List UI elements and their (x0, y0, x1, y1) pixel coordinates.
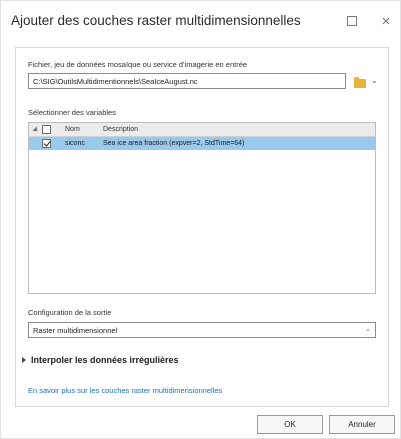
column-header-name[interactable]: Nom (65, 126, 80, 133)
input-path-field[interactable]: C:\SIG\OutilsMultidimentionnels\SeaIceAu… (28, 73, 346, 89)
output-config-select[interactable]: Raster multidimensionnel (28, 322, 376, 338)
table-row[interactable]: siconc Sea ice area fraction (expver=2, … (29, 137, 375, 150)
sort-triangle-icon (32, 126, 40, 134)
dialog-title: Ajouter des couches raster multidimensio… (11, 13, 301, 28)
interpolate-label: Interpoler les données irrégulières (31, 355, 179, 365)
row-checkbox[interactable] (42, 139, 51, 148)
column-header-description[interactable]: Description (103, 126, 138, 133)
table-header: Nom Description (29, 123, 375, 137)
input-label: Fichier, jeu de données mosaïque ou serv… (28, 60, 248, 69)
maximize-icon (347, 16, 357, 26)
variables-table: Nom Description siconc Sea ice area frac… (28, 122, 376, 294)
maximize-button[interactable] (338, 9, 366, 33)
dialog-window: Ajouter des couches raster multidimensio… (0, 0, 401, 439)
interpolate-section-toggle[interactable]: Interpoler les données irrégulières (22, 355, 179, 365)
title-bar: Ajouter des couches raster multidimensio… (1, 1, 400, 41)
variables-label: Sélectionner des variables (28, 108, 116, 117)
output-dropdown-chevron-icon[interactable]: ⌄ (365, 325, 371, 333)
row-description: Sea ice area fraction (expver=2, StdTime… (103, 139, 245, 147)
learn-more-link[interactable]: En savoir plus sur les couches raster mu… (28, 386, 222, 395)
cancel-button[interactable]: Annuler (329, 415, 395, 434)
output-config-label: Configuration de la sortie (28, 308, 112, 317)
ok-button[interactable]: OK (257, 415, 323, 434)
input-dropdown-chevron-icon[interactable]: ⌄ (371, 76, 378, 85)
close-icon: × (381, 12, 391, 30)
select-all-checkbox[interactable] (42, 125, 51, 134)
close-button[interactable]: × (372, 9, 400, 33)
browse-folder-icon[interactable] (354, 77, 366, 88)
expand-triangle-icon (22, 356, 26, 363)
row-name: siconc (65, 139, 85, 147)
parameters-panel: Fichier, jeu de données mosaïque ou serv… (15, 47, 389, 407)
